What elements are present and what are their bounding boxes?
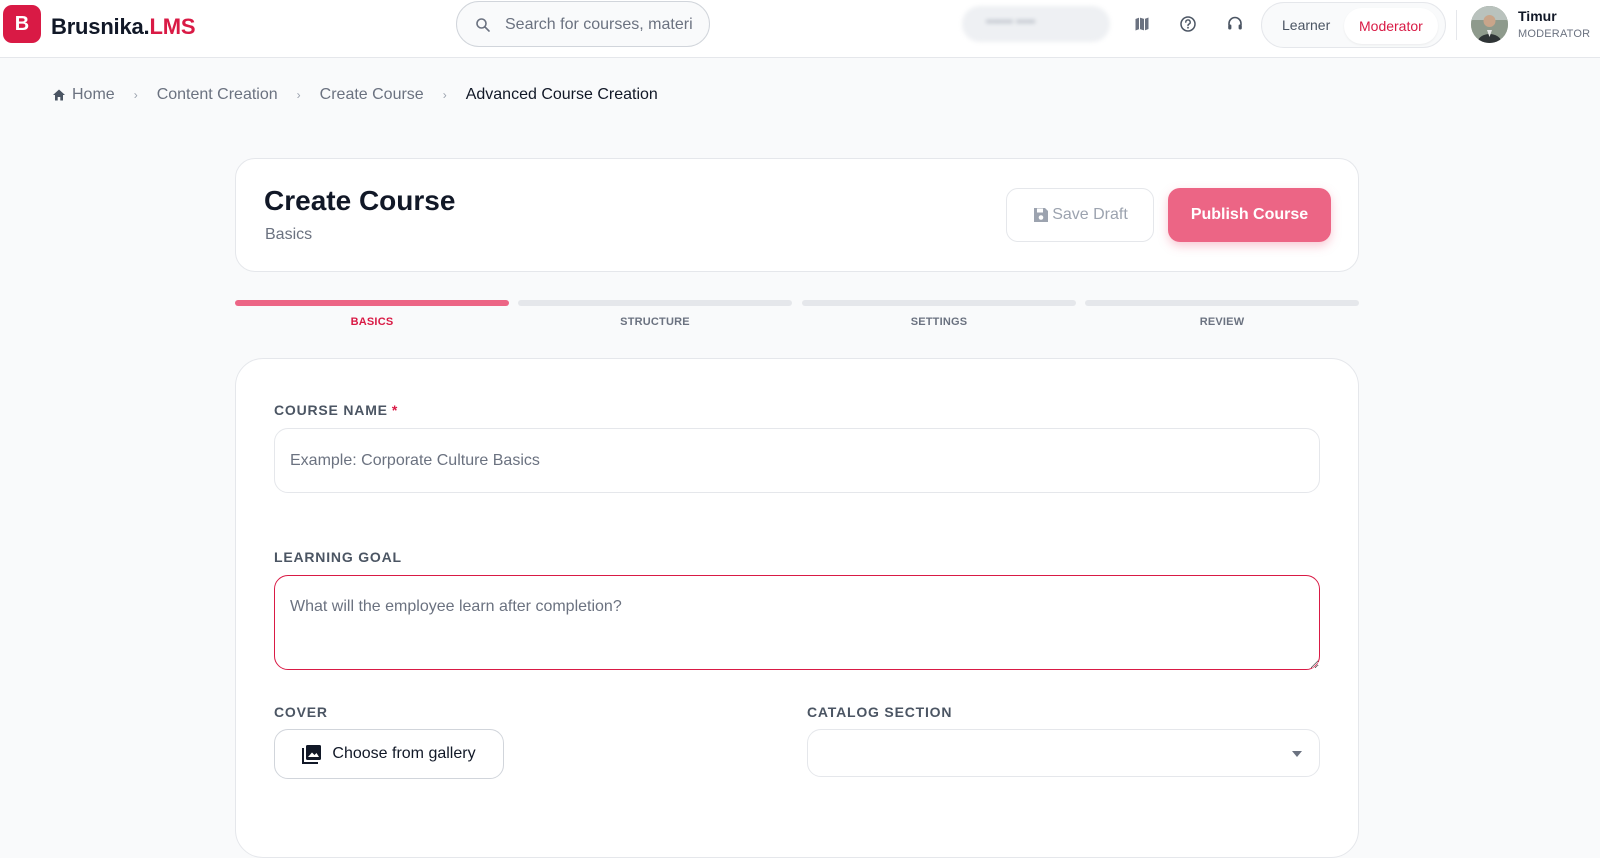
map-icon[interactable]: [1130, 12, 1154, 36]
blurred-header-pill[interactable]: ••••••• •••••: [962, 6, 1110, 42]
catalog-section-select[interactable]: [807, 729, 1320, 777]
step-progress-bar: [518, 300, 792, 306]
chevron-right-icon: ›: [442, 88, 447, 102]
header-divider: [1456, 10, 1457, 40]
choose-from-gallery-button[interactable]: Choose from gallery: [274, 729, 504, 779]
breadcrumb-current: Advanced Course Creation: [465, 86, 658, 103]
user-role: MODERATOR: [1518, 28, 1591, 40]
step-label: REVIEW: [1199, 316, 1245, 328]
search-icon: [476, 18, 490, 32]
top-header: B Brusnika.LMS ••••••• ••••• Learner Mod…: [0, 0, 1600, 58]
home-icon: [53, 89, 65, 101]
course-steps: BASICS STRUCTURE SETTINGS REVIEW: [235, 300, 1359, 330]
avatar[interactable]: [1471, 6, 1508, 43]
publish-course-button[interactable]: Publish Course: [1168, 188, 1331, 242]
course-name-label-text: COURSE NAME: [274, 402, 388, 418]
user-name[interactable]: Timur: [1518, 8, 1557, 24]
caret-down-icon: [1292, 751, 1302, 757]
step-structure[interactable]: STRUCTURE: [518, 300, 792, 328]
step-label: SETTINGS: [910, 316, 968, 328]
step-progress-bar: [235, 300, 509, 306]
step-basics[interactable]: BASICS: [235, 300, 509, 328]
learning-goal-label: LEARNING GOAL: [274, 549, 402, 565]
required-mark: *: [391, 402, 399, 418]
role-learner-option[interactable]: Learner: [1282, 17, 1330, 33]
app-name-accent: LMS: [149, 14, 196, 39]
breadcrumb-home[interactable]: Home: [52, 86, 115, 104]
save-draft-label: Save Draft: [1052, 206, 1128, 223]
headset-icon[interactable]: [1223, 12, 1247, 36]
cover-label: COVER: [274, 704, 328, 720]
step-progress-bar: [802, 300, 1076, 306]
course-basics-form: COURSE NAME* LEARNING GOAL COVER Choose …: [235, 358, 1359, 858]
search-box[interactable]: [456, 1, 710, 47]
breadcrumb-home-label: Home: [72, 86, 115, 103]
learning-goal-textarea[interactable]: [274, 575, 1320, 670]
role-switch: Learner Moderator: [1261, 2, 1446, 48]
save-draft-button[interactable]: Save Draft: [1006, 188, 1154, 242]
app-logo-text[interactable]: Brusnika.LMS: [51, 14, 196, 40]
breadcrumb-create-course[interactable]: Create Course: [320, 86, 424, 104]
catalog-section-label: CATALOG SECTION: [807, 704, 953, 720]
course-title-card: Create Course Basics Save Draft Publish …: [235, 158, 1359, 272]
breadcrumb: Home › Content Creation › Create Course …: [52, 84, 658, 106]
step-review[interactable]: REVIEW: [1085, 300, 1359, 328]
page-subtitle: Basics: [265, 226, 313, 243]
course-name-label: COURSE NAME *: [274, 402, 398, 418]
step-progress-bar: [1085, 300, 1359, 306]
page-title: Create Course: [264, 185, 456, 216]
search-input[interactable]: [505, 12, 695, 38]
role-moderator-option[interactable]: Moderator: [1344, 8, 1438, 44]
breadcrumb-content-creation[interactable]: Content Creation: [157, 86, 278, 104]
step-label: STRUCTURE: [620, 316, 690, 328]
step-settings[interactable]: SETTINGS: [802, 300, 1076, 328]
course-name-input[interactable]: [274, 428, 1320, 493]
app-name-main: Brusnika.: [51, 14, 150, 39]
image-gallery-icon: [302, 745, 322, 764]
help-circle-icon[interactable]: [1176, 12, 1200, 36]
chevron-right-icon: ›: [133, 88, 138, 102]
chevron-right-icon: ›: [296, 88, 301, 102]
step-label: BASICS: [350, 316, 394, 328]
save-icon: [1034, 208, 1049, 222]
logo-mark[interactable]: B: [3, 5, 41, 43]
choose-from-gallery-label: Choose from gallery: [332, 745, 476, 762]
